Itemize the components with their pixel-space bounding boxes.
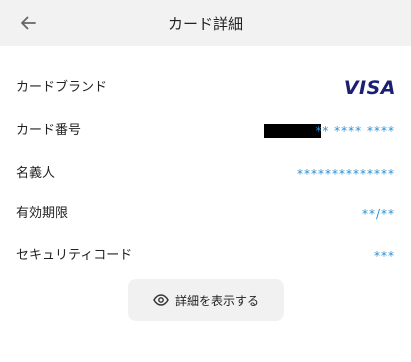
header-bar: カード詳細 <box>0 0 411 46</box>
card-number-label: カード番号 <box>16 123 82 138</box>
row-cardholder: 名義人 ************** <box>0 163 411 185</box>
card-details-screen: カード詳細 カードブランド VISA カード番号 ** **** **** 名義… <box>0 0 411 362</box>
page-title: カード詳細 <box>167 15 243 33</box>
expiry-label: 有効期限 <box>16 206 69 221</box>
eye-icon <box>153 292 169 308</box>
row-expiry: 有効期限 **/** <box>0 203 411 225</box>
row-card-brand: カードブランド VISA <box>0 77 411 99</box>
redaction-block <box>264 124 321 138</box>
expiry-value: **/** <box>361 207 395 221</box>
show-details-label: 詳細を表示する <box>174 293 259 308</box>
card-brand-label: カードブランド <box>16 80 108 95</box>
card-number-value: ** **** **** <box>315 124 395 138</box>
row-card-number: カード番号 ** **** **** <box>0 120 411 142</box>
cardholder-label: 名義人 <box>16 166 56 181</box>
cardholder-value: ************** <box>297 167 395 181</box>
show-details-button[interactable]: 詳細を表示する <box>128 279 284 321</box>
security-code-value: *** <box>374 249 395 263</box>
row-security-code: セキュリティコード *** <box>0 245 411 267</box>
visa-logo: VISA <box>343 77 396 99</box>
security-code-label: セキュリティコード <box>16 248 133 263</box>
